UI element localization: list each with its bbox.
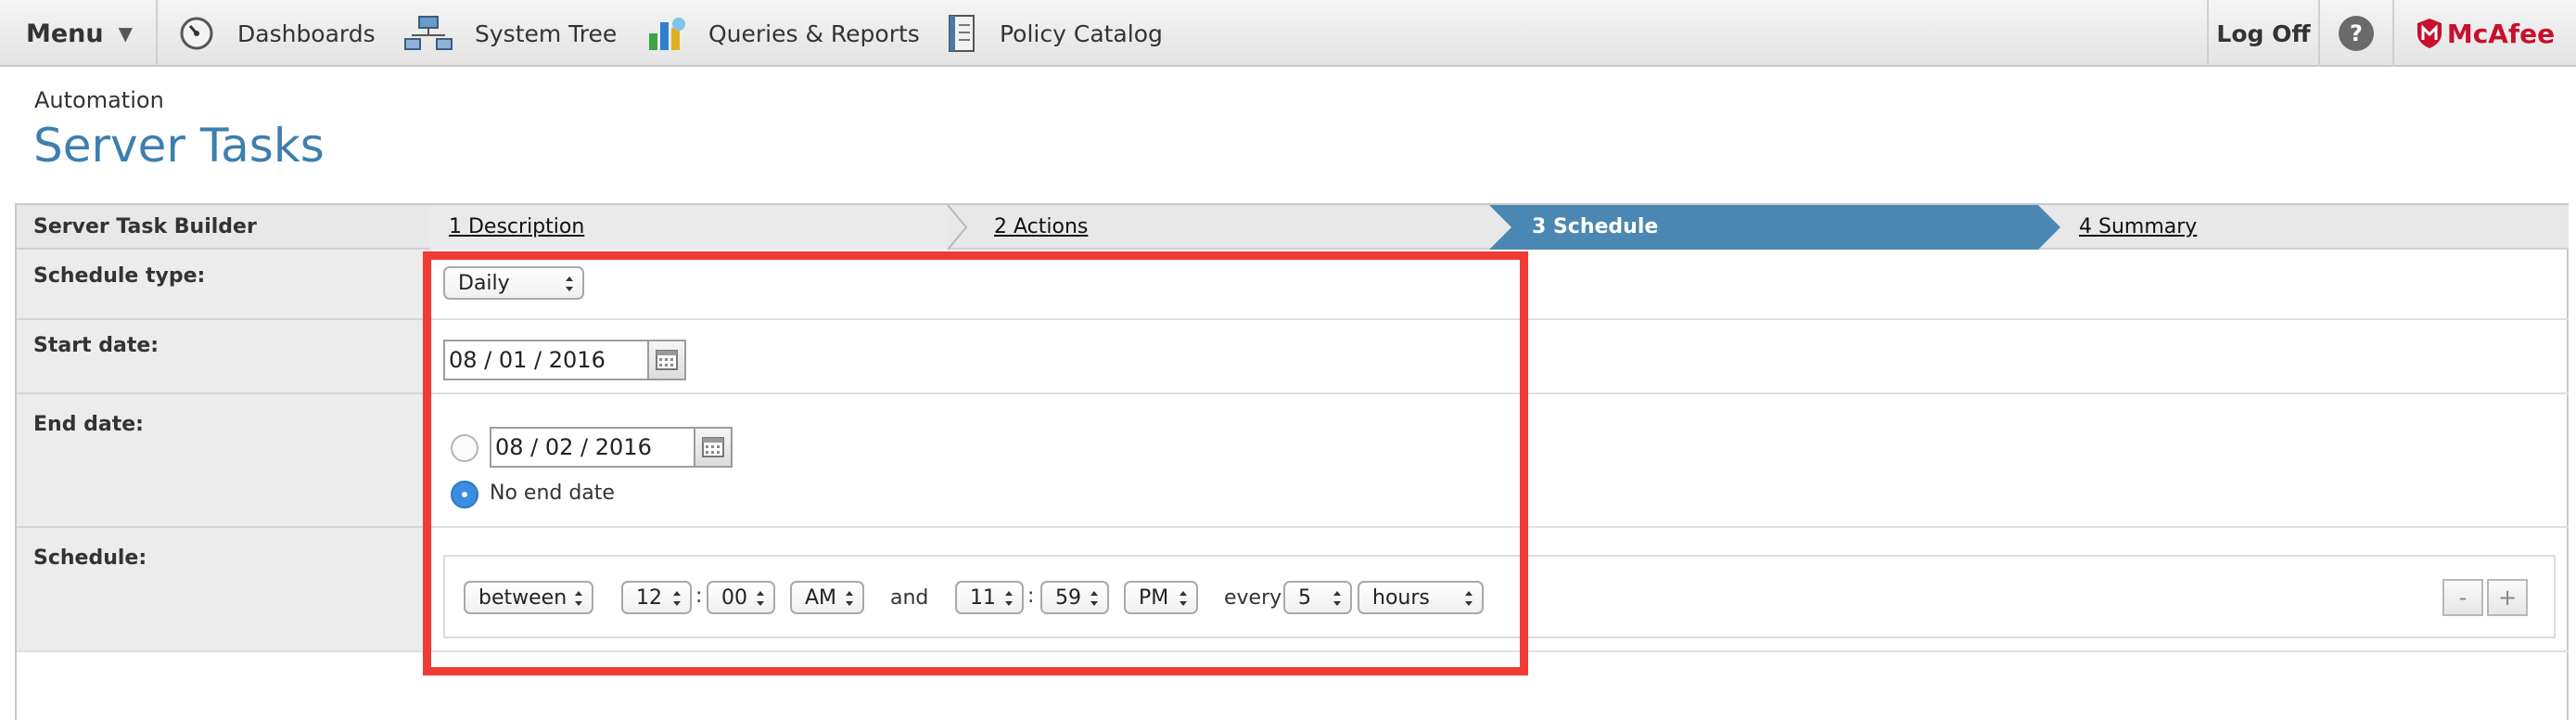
schedule-type-value: Daily — [458, 271, 510, 295]
wizard-title: Server Task Builder — [33, 215, 257, 238]
end-ampm-value: PM — [1139, 585, 1169, 610]
menu-label: Menu — [26, 19, 104, 48]
schedule-type-label: Schedule type: — [33, 264, 206, 288]
mcafee-logo: McAfee — [2392, 0, 2576, 67]
wizard-step-summary[interactable]: 4 Summary — [2079, 205, 2197, 250]
server-task-builder: Server Task Builder 1 Description 2 Acti… — [15, 203, 2569, 720]
help-icon: ? — [2339, 16, 2374, 51]
nav-system-tree[interactable]: System Tree — [404, 0, 617, 67]
schedule-label: Schedule: — [33, 546, 147, 570]
chart-icon — [649, 18, 685, 50]
wizard-step-description[interactable]: 1 Description — [449, 205, 584, 250]
wizard-step-actions[interactable]: 2 Actions — [994, 205, 1088, 250]
end-hour-value: 11 — [970, 585, 996, 610]
select-arrows-icon — [1180, 591, 1187, 606]
start-date-calendar-button[interactable] — [647, 340, 686, 380]
gauge-icon — [180, 17, 213, 50]
select-arrows-icon — [846, 591, 853, 606]
mcafee-shield-icon — [2417, 19, 2442, 48]
log-off-button[interactable]: Log Off — [2207, 0, 2318, 67]
nav-dashboards-label: Dashboards — [237, 19, 376, 47]
nav-dashboards[interactable]: Dashboards — [178, 0, 376, 67]
catalog-icon — [949, 15, 975, 52]
end-date-value: 08 / 02 / 2016 — [495, 434, 652, 460]
start-hour-value: 12 — [636, 585, 662, 610]
start-hour-select[interactable]: 12 — [621, 581, 692, 614]
start-ampm-value: AM — [805, 585, 837, 610]
top-nav-bar: Menu ▼ Dashboards System Tree Queries & … — [0, 0, 2576, 67]
nav-policy-catalog[interactable]: Policy Catalog — [946, 0, 1163, 67]
wizard-step-schedule: 3 Schedule — [1532, 205, 1658, 250]
start-ampm-select[interactable]: AM — [790, 581, 864, 614]
nav-system-tree-label: System Tree — [475, 19, 618, 47]
time-colon: : — [695, 585, 703, 608]
end-date-calendar-button[interactable] — [694, 427, 733, 468]
menu-button[interactable]: Menu ▼ — [0, 0, 158, 67]
step-label: 4 Summary — [2079, 215, 2198, 238]
interval-select[interactable]: 5 — [1283, 581, 1352, 614]
select-arrows-icon — [673, 591, 681, 606]
page-title: Server Tasks — [33, 119, 325, 173]
select-arrows-icon — [1465, 591, 1473, 606]
start-date-label: Start date: — [33, 334, 159, 357]
caret-down-icon: ▼ — [118, 22, 134, 45]
calendar-icon — [702, 437, 724, 457]
row-divider — [432, 318, 2569, 320]
label-cell: Schedule: — [17, 528, 432, 652]
help-button[interactable]: ? — [2318, 0, 2392, 67]
breadcrumb[interactable]: Automation — [34, 87, 164, 113]
end-ampm-select[interactable]: PM — [1124, 581, 1198, 614]
interval-unit-select[interactable]: hours — [1358, 581, 1484, 614]
select-arrows-icon — [757, 591, 764, 606]
start-date-value: 08 / 01 / 2016 — [449, 347, 606, 373]
every-label: every — [1224, 586, 1282, 610]
add-schedule-button[interactable]: + — [2487, 579, 2528, 616]
nav-policy-catalog-label: Policy Catalog — [1000, 19, 1163, 47]
time-colon: : — [1027, 585, 1035, 608]
label-cell: End date: — [17, 394, 432, 528]
calendar-icon — [656, 350, 678, 370]
nav-queries-reports[interactable]: Queries & Reports — [647, 0, 920, 67]
end-date-label: End date: — [33, 413, 144, 436]
start-minute-value: 00 — [721, 585, 747, 610]
and-label: and — [890, 586, 929, 610]
label-cell: Start date: — [17, 320, 432, 394]
log-off-label: Log Off — [2216, 19, 2311, 47]
nav-queries-reports-label: Queries & Reports — [708, 19, 920, 47]
interval-unit-value: hours — [1372, 585, 1430, 610]
start-date-input[interactable]: 08 / 01 / 2016 — [443, 340, 649, 380]
schedule-mode-value: between — [478, 585, 567, 610]
end-minute-value: 59 — [1055, 585, 1081, 610]
row-divider — [432, 392, 2569, 394]
interval-value: 5 — [1298, 585, 1311, 610]
wizard-step-bar: Server Task Builder 1 Description 2 Acti… — [17, 205, 2569, 250]
schedule-mode-select[interactable]: between — [464, 581, 593, 614]
minus-icon: - — [2458, 585, 2468, 611]
no-end-date-label: No end date — [490, 482, 615, 505]
remove-schedule-button[interactable]: - — [2442, 579, 2483, 616]
select-arrows-icon — [566, 276, 573, 291]
no-end-date-radio[interactable] — [451, 481, 478, 508]
row-divider — [17, 650, 2569, 652]
step-label: 3 Schedule — [1532, 215, 1659, 238]
select-arrows-icon — [1005, 591, 1013, 606]
brand-name: McAfee — [2446, 18, 2556, 49]
step-label: 2 Actions — [994, 215, 1089, 238]
select-arrows-icon — [575, 591, 582, 606]
end-date-input[interactable]: 08 / 02 / 2016 — [490, 427, 695, 468]
plus-icon: + — [2497, 585, 2518, 611]
step-label: 1 Description — [449, 215, 585, 238]
end-minute-select[interactable]: 59 — [1040, 581, 1109, 614]
schedule-type-select[interactable]: Daily — [443, 266, 584, 300]
network-icon — [404, 16, 453, 50]
start-minute-select[interactable]: 00 — [707, 581, 775, 614]
end-hour-select[interactable]: 11 — [955, 581, 1024, 614]
select-arrows-icon — [1090, 591, 1098, 606]
label-cell: Schedule type: — [17, 250, 432, 320]
select-arrows-icon — [1333, 591, 1341, 606]
row-divider — [432, 526, 2569, 528]
end-date-radio[interactable] — [451, 434, 478, 462]
